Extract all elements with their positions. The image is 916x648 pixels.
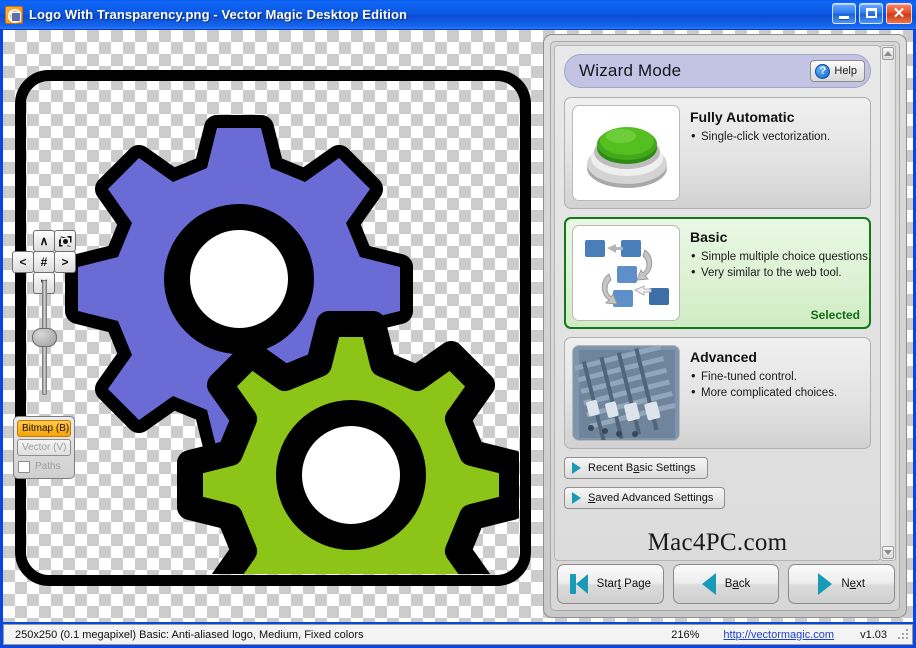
mode-bullet: Simple multiple choice questions. (690, 248, 871, 265)
mode-bullets: Fine-tuned control. More complicated cho… (690, 368, 837, 401)
close-button[interactable]: ✕ (886, 3, 912, 24)
pan-right-button[interactable]: > (54, 251, 76, 273)
application-window: Logo With Transparency.png - Vector Magi… (0, 0, 916, 648)
green-push-button-icon (587, 127, 667, 188)
title-bar: Logo With Transparency.png - Vector Magi… (0, 0, 916, 30)
watermark: Mac4PC.com (647, 529, 788, 556)
start-page-icon (569, 574, 588, 594)
mode-bullet: Very similar to the web tool. (690, 264, 863, 281)
image-canvas[interactable]: ∧ ∨ < > # Bitmap (B) Vector (V) Paths (3, 30, 543, 622)
pan-center-button[interactable]: # (33, 251, 55, 273)
mode-title: Advanced (690, 349, 757, 365)
triangle-left-icon (701, 573, 716, 595)
back-label: Back (724, 578, 751, 590)
vector-toggle[interactable]: Vector (V) (17, 439, 71, 456)
next-button[interactable]: Next (788, 564, 896, 604)
triangle-right-icon (818, 573, 833, 595)
maximize-button[interactable] (859, 3, 883, 24)
wizard-navigation: Start Page Back Next (554, 561, 898, 607)
panel-scrollbar[interactable] (880, 45, 896, 561)
status-version: v1.03 (860, 628, 887, 641)
bitmap-toggle[interactable]: Bitmap (B) (17, 420, 71, 437)
fit-to-view-icon (59, 236, 72, 247)
maximize-icon (866, 8, 877, 18)
paths-label: Paths (35, 461, 61, 472)
artwork-container (15, 48, 531, 596)
mode-card-fully-automatic[interactable]: Fully Automatic Single-click vectorizati… (564, 97, 871, 209)
mode-text-fully-automatic: Fully Automatic Single-click vectorizati… (690, 105, 830, 201)
settings-buttons-group: Recent Basic Settings Saved Advanced Set… (564, 457, 871, 517)
mode-text-advanced: Advanced Fine-tuned control. More compli… (690, 345, 837, 441)
mode-title: Basic (690, 229, 728, 245)
recent-basic-settings-label: Recent Basic Settings (588, 462, 696, 474)
saved-advanced-settings-label: Saved Advanced Settings (588, 492, 714, 504)
help-label: Help (834, 65, 857, 77)
next-label: Next (841, 578, 866, 590)
gears-logo-graphic (65, 115, 519, 574)
pan-left-button[interactable]: < (12, 251, 34, 273)
green-push-button-thumbnail (572, 105, 680, 201)
pan-up-button[interactable]: ∧ (33, 230, 55, 252)
paths-toggle[interactable]: Paths (17, 458, 71, 475)
flow-diagram-thumbnail (572, 225, 680, 321)
minimize-icon (839, 16, 849, 19)
status-badge: Selected (810, 308, 860, 322)
window-title: Logo With Transparency.png - Vector Magi… (29, 7, 408, 22)
mode-bullets: Simple multiple choice questions. Very s… (690, 248, 871, 281)
mode-bullet: Single-click vectorization. (690, 128, 830, 145)
mode-card-advanced[interactable]: Advanced Fine-tuned control. More compli… (564, 337, 871, 449)
status-bar: 250x250 (0.1 megapixel) Basic: Anti-alia… (3, 624, 913, 645)
start-page-button[interactable]: Start Page (557, 564, 664, 604)
mode-title: Fully Automatic (690, 109, 795, 125)
mode-bullets: Single-click vectorization. (690, 128, 830, 145)
zoom-slider[interactable] (32, 280, 57, 395)
scroll-up-button[interactable] (882, 47, 894, 60)
page-title: Wizard Mode (579, 61, 682, 80)
wizard-mode-header: Wizard Mode ? Help (564, 54, 871, 88)
workspace: ∧ ∨ < > # Bitmap (B) Vector (V) Paths (3, 30, 913, 622)
layer-toggle-group: Bitmap (B) Vector (V) Paths (13, 416, 75, 479)
status-website-link[interactable]: http://vectormagic.com (723, 629, 834, 641)
back-button[interactable]: Back (672, 564, 780, 604)
triangle-right-icon (572, 492, 581, 504)
close-icon: ✕ (892, 5, 906, 22)
status-zoom-level: 216% (671, 628, 700, 641)
fit-to-view-button[interactable] (54, 230, 76, 252)
question-mark-icon: ? (815, 63, 831, 79)
mixing-console-thumbnail (572, 345, 680, 441)
start-page-label: Start Page (596, 578, 652, 590)
wizard-panel-inner: Wizard Mode ? Help Fully Automatic • Sin… (550, 41, 900, 611)
recent-basic-settings-button[interactable]: Recent Basic Settings (564, 457, 708, 479)
minimize-button[interactable] (832, 3, 856, 24)
vector-magic-icon (5, 5, 23, 24)
mode-card-basic[interactable]: Basic Simple multiple choice questions. … (564, 217, 871, 329)
paths-checkbox[interactable] (18, 460, 30, 473)
audio-mixing-console-icon (573, 346, 679, 440)
mode-bullet: Fine-tuned control. (690, 368, 837, 385)
wizard-scroll-content: Wizard Mode ? Help Fully Automatic • Sin… (554, 45, 881, 561)
mode-text-basic: Basic Simple multiple choice questions. … (690, 225, 871, 321)
help-button[interactable]: ? Help (810, 60, 865, 82)
status-image-info: 250x250 (0.1 megapixel) Basic: Anti-alia… (15, 628, 364, 641)
saved-advanced-settings-button[interactable]: Saved Advanced Settings (564, 487, 726, 509)
scroll-down-button[interactable] (882, 546, 894, 559)
zoom-slider-thumb[interactable] (32, 328, 57, 347)
chevron-down-icon (884, 550, 892, 555)
flow-diagram-icon (585, 240, 669, 307)
resize-grip[interactable] (897, 628, 909, 641)
triangle-right-icon (572, 462, 581, 474)
wizard-panel: Wizard Mode ? Help Fully Automatic • Sin… (543, 34, 907, 618)
chevron-up-icon (884, 51, 892, 56)
window-controls: ✕ (832, 3, 912, 24)
mode-bullet: More complicated choices. (690, 384, 837, 401)
